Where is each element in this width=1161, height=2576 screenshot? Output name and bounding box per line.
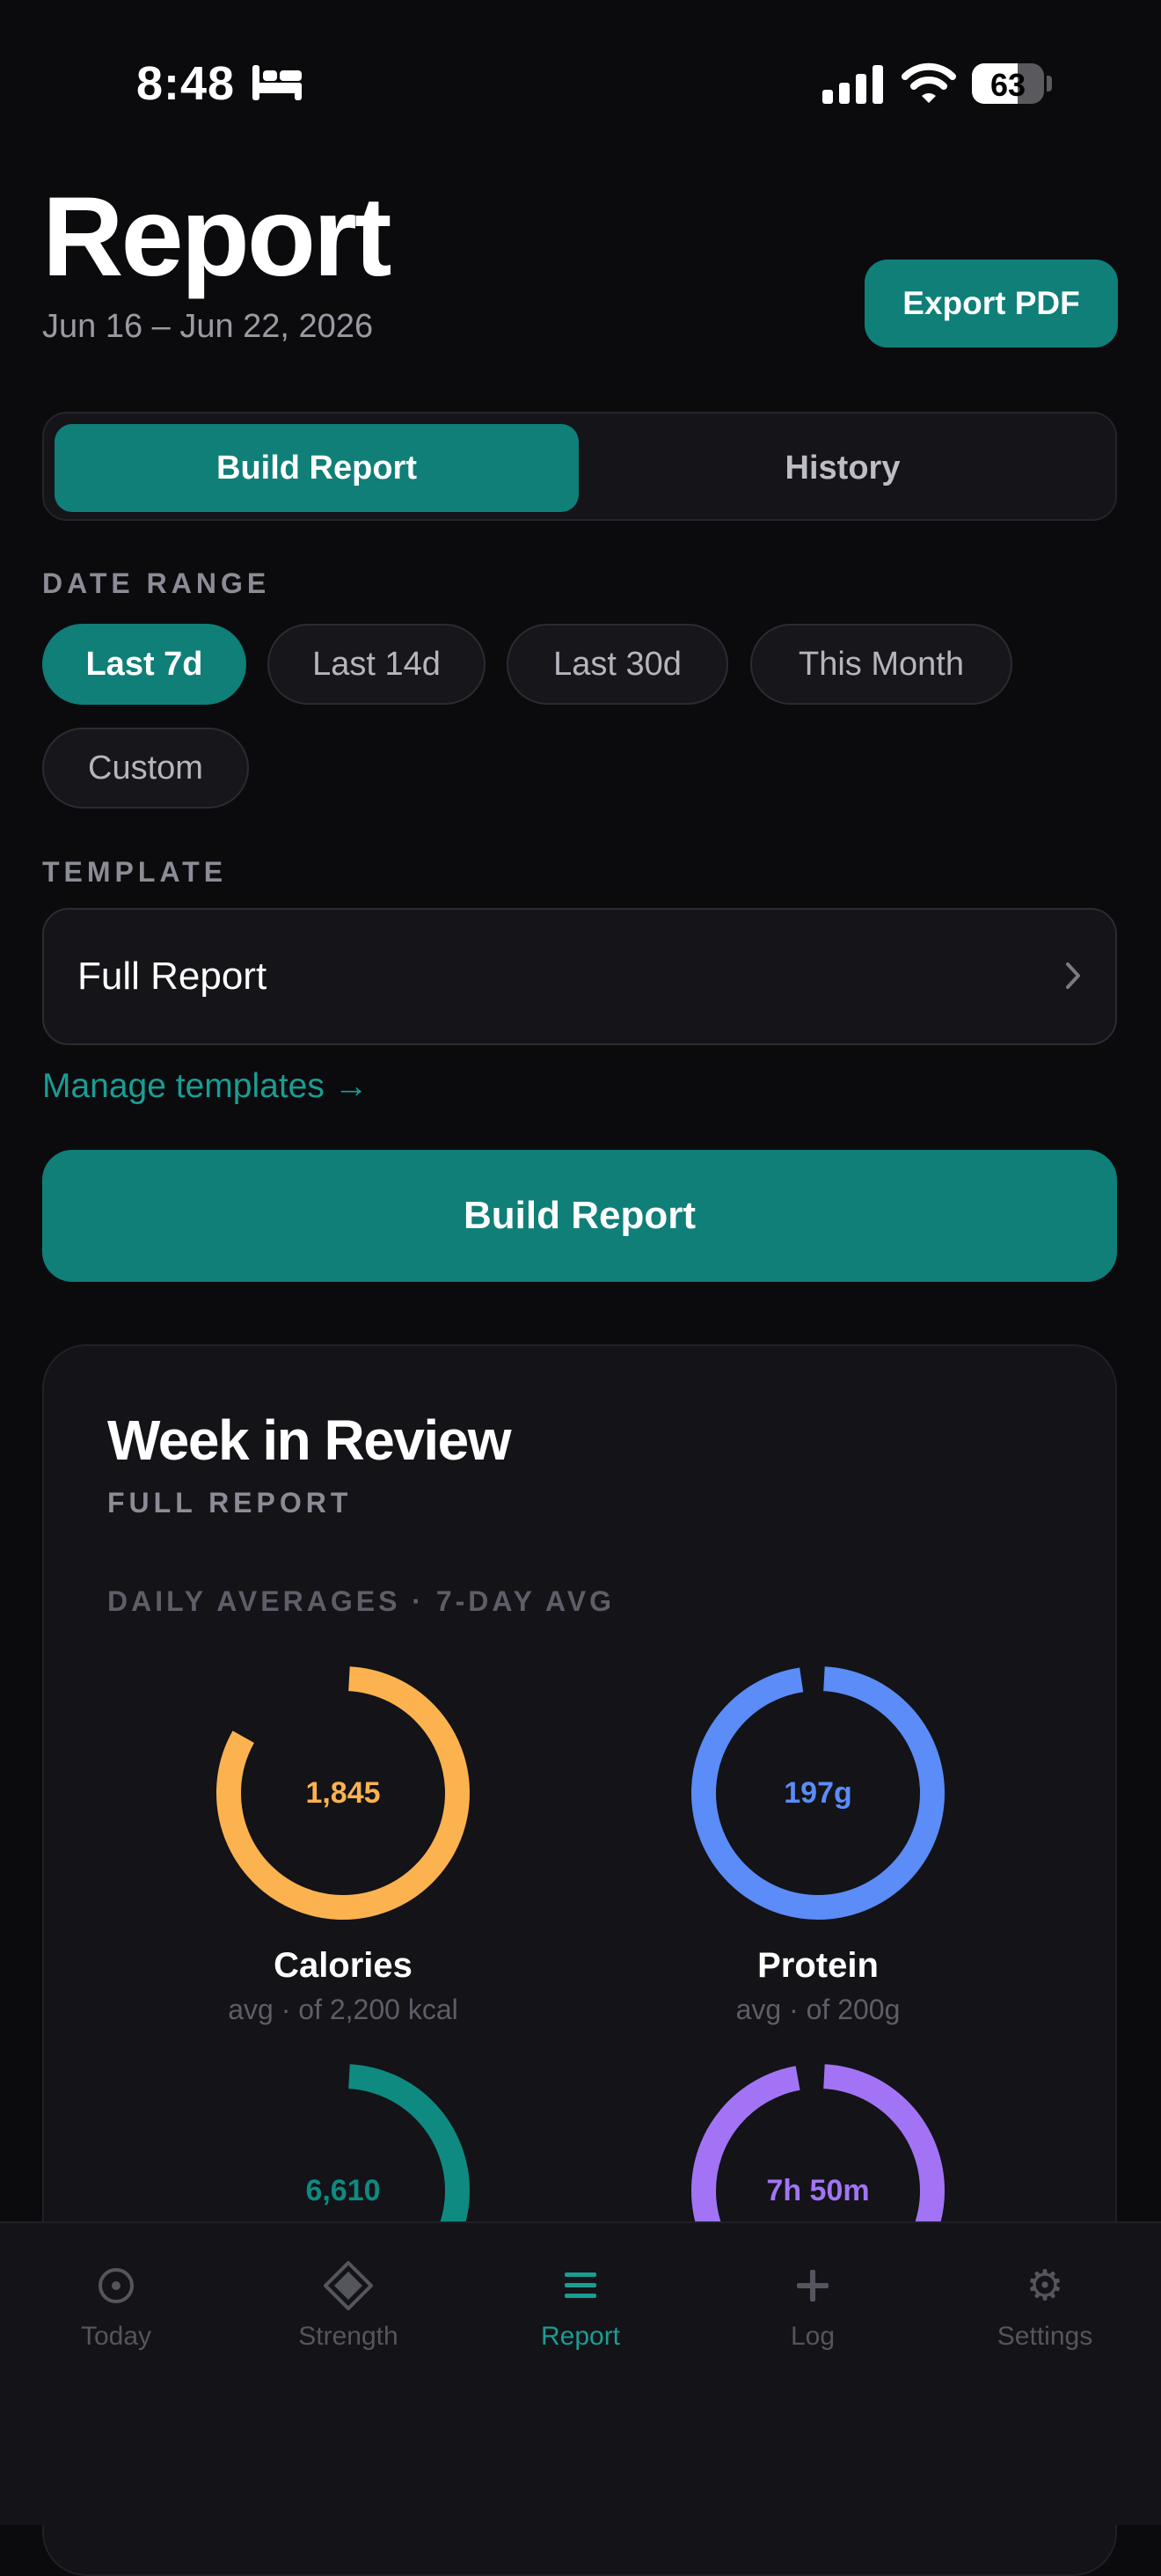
battery-level: 63: [989, 67, 1026, 103]
protein-label: Protein: [757, 1946, 879, 1985]
tab-build-report[interactable]: Build Report: [55, 424, 579, 512]
report-subtitle: FULL REPORT: [107, 1487, 353, 1519]
tab-label: Log: [790, 2322, 836, 2351]
protein-subtext: avg · of 200g: [735, 1994, 901, 2025]
tab-label: Report: [540, 2322, 621, 2351]
report-title: Week in Review: [107, 1409, 512, 1472]
list-icon: [563, 2255, 598, 2316]
chip-custom[interactable]: Custom: [42, 728, 249, 809]
plus-icon: [795, 2255, 830, 2316]
wifi-icon: [902, 62, 956, 108]
chip-last-7d[interactable]: Last 7d: [42, 624, 246, 705]
target-icon: [97, 2255, 135, 2316]
tab-log[interactable]: Log: [697, 2223, 929, 2382]
cellular-signal-icon: [822, 65, 884, 108]
chip-this-month[interactable]: This Month: [750, 624, 1012, 705]
diamond-icon: [324, 2255, 373, 2316]
chevron-right-icon: [1064, 961, 1082, 995]
protein-value: 197g: [784, 1776, 852, 1810]
gear-icon: ⚙: [1026, 2263, 1064, 2309]
date-range-section-label: DATE RANGE: [42, 567, 271, 599]
page-title: Report: [42, 174, 391, 300]
tab-label: Settings: [997, 2322, 1093, 2351]
template-select[interactable]: Full Report: [42, 908, 1117, 1045]
tab-label: Strength: [298, 2322, 398, 2351]
tab-label: Today: [80, 2322, 152, 2351]
calories-subtext: avg · of 2,200 kcal: [228, 1994, 458, 2025]
calories-value: 1,845: [305, 1776, 381, 1810]
tab-settings[interactable]: ⚙ Settings: [929, 2223, 1161, 2382]
template-section-label: TEMPLATE: [42, 856, 228, 888]
chip-last-14d[interactable]: Last 14d: [267, 624, 486, 705]
bed-icon: [251, 65, 303, 105]
tab-history[interactable]: History: [580, 424, 1105, 512]
calories-label: Calories: [274, 1946, 413, 1985]
battery-icon: 63: [972, 63, 1044, 104]
tab-strength[interactable]: Strength: [232, 2223, 464, 2382]
template-select-value: Full Report: [77, 955, 267, 998]
tab-report[interactable]: Report: [464, 2223, 697, 2382]
chip-last-30d[interactable]: Last 30d: [507, 624, 728, 705]
tab-bar: Today Strength Report Log ⚙ Settings: [0, 2221, 1161, 2525]
tab-today[interactable]: Today: [0, 2223, 232, 2382]
daily-averages-label: DAILY AVERAGES · 7-DAY AVG: [107, 1585, 616, 1617]
build-report-button[interactable]: Build Report: [42, 1150, 1117, 1282]
protein-ring: 197g: [686, 1661, 950, 1925]
report-mode-segmented-control: Build Report History: [42, 412, 1117, 521]
calories-ring: 1,845: [211, 1661, 475, 1925]
manage-templates-link[interactable]: Manage templates →: [42, 1067, 369, 1106]
export-pdf-button[interactable]: Export PDF: [865, 260, 1118, 348]
battery-nub: [1047, 76, 1052, 91]
status-time: 8:48: [136, 57, 236, 110]
report-date-range: Jun 16 – Jun 22, 2026: [42, 308, 374, 345]
